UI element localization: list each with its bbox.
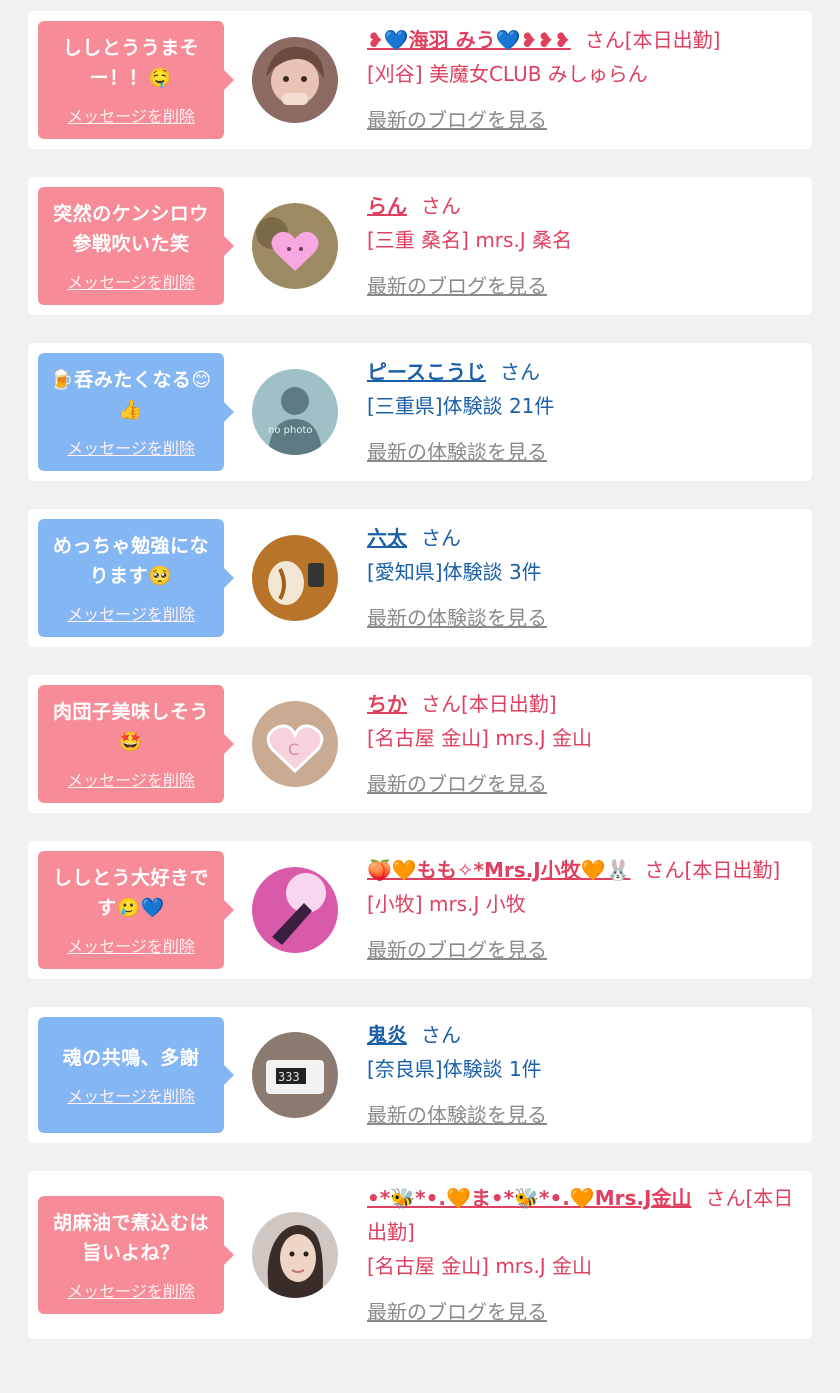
woman-photo-icon	[252, 37, 338, 123]
sender-line: 六太 さん	[367, 521, 802, 555]
latest-post-link[interactable]: 最新のブログを見る	[367, 1295, 802, 1329]
latest-post-link[interactable]: 最新の体験談を見る	[367, 601, 802, 635]
sender-detail: [刈谷] 美魔女CLUB みしゅらん	[367, 62, 648, 86]
message-text: めっちゃ勉強になります🥺	[52, 535, 209, 587]
sender-detail: [三重県]体験談 21件	[367, 394, 555, 418]
message-bubble: めっちゃ勉強になります🥺 メッセージを削除	[38, 519, 234, 637]
latest-post-link[interactable]: 最新のブログを見る	[367, 767, 802, 801]
message-bubble: 🍺呑みたくなる😊👍 メッセージを削除	[38, 353, 234, 471]
message-card: 突然のケンシロウ参戦吹いた笑 メッセージを削除 らん さん [三重 桑名] mrs…	[28, 177, 812, 315]
delete-message-link[interactable]: メッセージを削除	[48, 767, 214, 791]
sender-honorific: さん[本日出勤]	[584, 28, 721, 52]
sender-detail: [名古屋 金山] mrs.J 金山	[367, 726, 593, 750]
message-list: ししとううまそー！！🤤 メッセージを削除 ❥💙海羽 みう💙❥❥❥ さん[本日出勤]…	[0, 0, 840, 1339]
latest-post-link[interactable]: 最新のブログを見る	[367, 933, 802, 967]
sender-detail: [三重 桑名] mrs.J 桑名	[367, 228, 573, 252]
sender-name-link[interactable]: ちか	[367, 692, 407, 716]
delete-message-link[interactable]: メッセージを削除	[48, 1278, 214, 1302]
clock-photo-icon: 333	[252, 1032, 338, 1118]
sender-name-link[interactable]: 🍑🧡もも✧*Mrs.J小牧🧡🐰	[367, 858, 631, 882]
message-text: 突然のケンシロウ参戦吹いた笑	[53, 203, 209, 255]
latest-post-link[interactable]: 最新の体験談を見る	[367, 435, 802, 469]
no-photo-silhouette-icon: no photo	[252, 369, 338, 455]
sender-info: 鬼炎 さん [奈良県]体験談 1件 最新の体験談を見る	[367, 1018, 802, 1132]
message-card: 魂の共鳴、多謝 メッセージを削除 333 鬼炎 さん [奈良県]体験談 1件 最新…	[28, 1007, 812, 1143]
sender-line: らん さん	[367, 189, 802, 223]
latest-post-link[interactable]: 最新のブログを見る	[367, 103, 802, 137]
sender-name-link[interactable]: 鬼炎	[367, 1023, 407, 1047]
message-text: 魂の共鳴、多謝	[62, 1047, 200, 1069]
sender-line: 鬼炎 さん	[367, 1018, 802, 1052]
message-text: ししとううまそー！！🤤	[62, 37, 200, 89]
svg-text:333: 333	[278, 1070, 300, 1084]
latest-post-link[interactable]: 最新のブログを見る	[367, 269, 802, 303]
avatar[interactable]	[252, 535, 338, 621]
message-text: 胡麻油で煮込むは旨いよね？	[52, 1212, 209, 1264]
pink-light-photo-icon	[252, 867, 338, 953]
sender-honorific: さん[本日出勤]	[644, 858, 781, 882]
sender-name-link[interactable]: 六太	[367, 526, 407, 550]
sender-name-link[interactable]: ❥💙海羽 みう💙❥❥❥	[367, 28, 571, 52]
message-card: ししとう大好きです🥲💙 メッセージを削除 🍑🧡もも✧*Mrs.J小牧🧡🐰 さん[本…	[28, 841, 812, 979]
avatar[interactable]	[252, 1212, 338, 1298]
sender-detail: [愛知県]体験談 3件	[367, 560, 542, 584]
sender-info: ちか さん[本日出勤] [名古屋 金山] mrs.J 金山 最新のブログを見る	[367, 687, 802, 801]
sender-honorific: さん[本日出勤]	[421, 692, 557, 716]
message-text: 🍺呑みたくなる😊👍	[50, 369, 212, 421]
woman-portrait-photo-icon	[252, 1212, 338, 1298]
sender-info: •*🐝*•.🧡ま•*🐝*•.🧡Mrs.J金山 さん[本日出勤] [名古屋 金山] …	[367, 1181, 802, 1329]
sender-info: 六太 さん [愛知県]体験談 3件 最新の体験談を見る	[367, 521, 802, 635]
sender-info: ❥💙海羽 みう💙❥❥❥ さん[本日出勤] [刈谷] 美魔女CLUB みしゅらん 最…	[367, 23, 802, 137]
svg-text:no photo: no photo	[268, 425, 312, 436]
sender-detail: [小牧] mrs.J 小牧	[367, 892, 526, 916]
message-bubble: ししとううまそー！！🤤 メッセージを削除	[38, 21, 234, 139]
heart-face-photo-icon	[252, 203, 338, 289]
delete-message-link[interactable]: メッセージを削除	[48, 601, 214, 625]
sender-honorific: さん	[500, 360, 540, 384]
sender-honorific: さん	[421, 1023, 461, 1047]
delete-message-link[interactable]: メッセージを削除	[48, 1083, 214, 1107]
message-card: 胡麻油で煮込むは旨いよね？ メッセージを削除 •*🐝*•.🧡ま•*🐝*•.🧡Mr…	[28, 1171, 812, 1339]
message-bubble: 魂の共鳴、多謝 メッセージを削除	[38, 1017, 234, 1133]
svg-text:C: C	[288, 740, 299, 759]
message-bubble: ししとう大好きです🥲💙 メッセージを削除	[38, 851, 234, 969]
sender-name-link[interactable]: •*🐝*•.🧡ま•*🐝*•.🧡Mrs.J金山	[367, 1186, 691, 1210]
avatar[interactable]	[252, 203, 338, 289]
avatar[interactable]: C	[252, 701, 338, 787]
message-bubble: 突然のケンシロウ参戦吹いた笑 メッセージを削除	[38, 187, 234, 305]
message-card: めっちゃ勉強になります🥺 メッセージを削除 六太 さん [愛知県]体験談 3件 最…	[28, 509, 812, 647]
message-card: ししとううまそー！！🤤 メッセージを削除 ❥💙海羽 みう💙❥❥❥ さん[本日出勤]…	[28, 11, 812, 149]
latest-post-link[interactable]: 最新の体験談を見る	[367, 1098, 802, 1132]
food-photo-icon	[252, 535, 338, 621]
message-text: ししとう大好きです🥲💙	[52, 867, 209, 919]
delete-message-link[interactable]: メッセージを削除	[48, 435, 214, 459]
sender-line: •*🐝*•.🧡ま•*🐝*•.🧡Mrs.J金山 さん[本日出勤]	[367, 1181, 802, 1249]
sender-info: 🍑🧡もも✧*Mrs.J小牧🧡🐰 さん[本日出勤] [小牧] mrs.J 小牧 最新…	[367, 853, 802, 967]
sender-name-link[interactable]: ピースこうじ	[367, 360, 486, 384]
delete-message-link[interactable]: メッセージを削除	[48, 103, 214, 127]
sender-info: ピースこうじ さん [三重県]体験談 21件 最新の体験談を見る	[367, 355, 802, 469]
sender-line: ちか さん[本日出勤]	[367, 687, 802, 721]
avatar[interactable]	[252, 37, 338, 123]
sender-line: 🍑🧡もも✧*Mrs.J小牧🧡🐰 さん[本日出勤]	[367, 853, 802, 887]
sender-name-link[interactable]: らん	[367, 194, 407, 218]
message-bubble: 肉団子美味しそう🤩 メッセージを削除	[38, 685, 234, 803]
sender-honorific: さん	[421, 194, 461, 218]
message-bubble: 胡麻油で煮込むは旨いよね？ メッセージを削除	[38, 1196, 234, 1314]
sender-info: らん さん [三重 桑名] mrs.J 桑名 最新のブログを見る	[367, 189, 802, 303]
avatar[interactable]: 333	[252, 1032, 338, 1118]
message-card: 肉団子美味しそう🤩 メッセージを削除 C ちか さん[本日出勤] [名古屋 金山]…	[28, 675, 812, 813]
sender-honorific: さん	[421, 526, 461, 550]
sender-detail: [名古屋 金山] mrs.J 金山	[367, 1254, 593, 1278]
avatar[interactable]: no photo	[252, 369, 338, 455]
heart-c-photo-icon: C	[252, 701, 338, 787]
sender-line: ❥💙海羽 みう💙❥❥❥ さん[本日出勤]	[367, 23, 802, 57]
message-card: 🍺呑みたくなる😊👍 メッセージを削除 no photo ピースこうじ さん [三重…	[28, 343, 812, 481]
message-text: 肉団子美味しそう🤩	[52, 701, 209, 753]
sender-line: ピースこうじ さん	[367, 355, 802, 389]
sender-detail: [奈良県]体験談 1件	[367, 1057, 542, 1081]
delete-message-link[interactable]: メッセージを削除	[48, 933, 214, 957]
avatar[interactable]	[252, 867, 338, 953]
delete-message-link[interactable]: メッセージを削除	[48, 269, 214, 293]
